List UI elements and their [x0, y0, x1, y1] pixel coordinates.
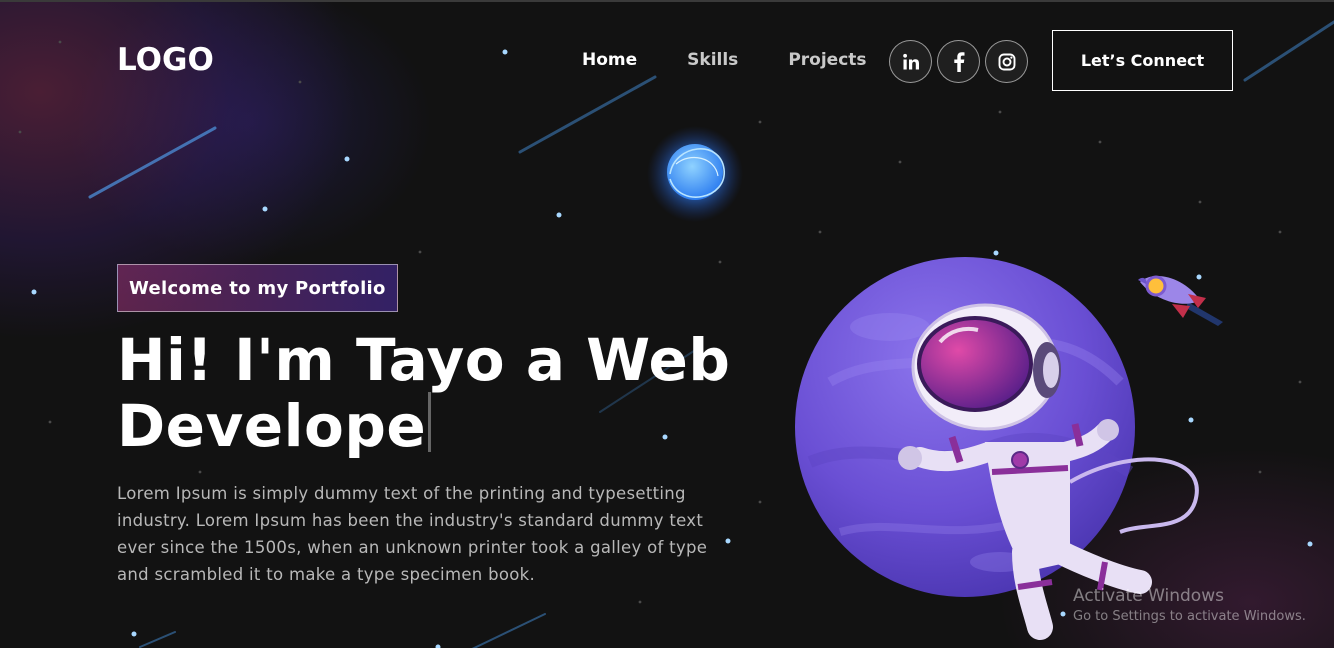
main-nav: Home Skills Projects — [582, 50, 917, 70]
headline-line-2: Develope — [117, 392, 427, 460]
nav-link-home[interactable]: Home — [582, 50, 637, 70]
linkedin-button[interactable] — [889, 40, 932, 83]
welcome-tagline: Welcome to my Portfolio — [117, 264, 398, 312]
instagram-button[interactable] — [985, 40, 1028, 83]
headline-line-1: Hi! I'm Tayo a Web — [117, 326, 731, 394]
glowing-planet-icon — [647, 126, 743, 222]
instagram-icon — [998, 53, 1015, 70]
facebook-icon — [953, 51, 964, 72]
watermark-title: Activate Windows — [1073, 586, 1224, 606]
social-links — [889, 40, 1033, 83]
lets-connect-button[interactable]: Let’s Connect — [1052, 30, 1233, 91]
nav-link-skills[interactable]: Skills — [687, 50, 738, 70]
nav-link-projects[interactable]: Projects — [788, 50, 866, 70]
hero-intro-paragraph: Lorem Ipsum is simply dummy text of the … — [117, 484, 708, 584]
activate-windows-watermark: Activate Windows Go to Settings to activ… — [1073, 585, 1306, 627]
hero-headline: Hi! I'm Tayo a Web Develope — [117, 328, 757, 458]
typing-cursor — [428, 392, 432, 452]
watermark-subtitle: Go to Settings to activate Windows. — [1073, 609, 1306, 624]
linkedin-icon — [902, 53, 919, 69]
facebook-button[interactable] — [937, 40, 980, 83]
site-logo[interactable]: LOGO — [117, 42, 214, 78]
portfolio-page: LOGO Home Skills Projects Let’s Connect … — [0, 0, 1334, 648]
